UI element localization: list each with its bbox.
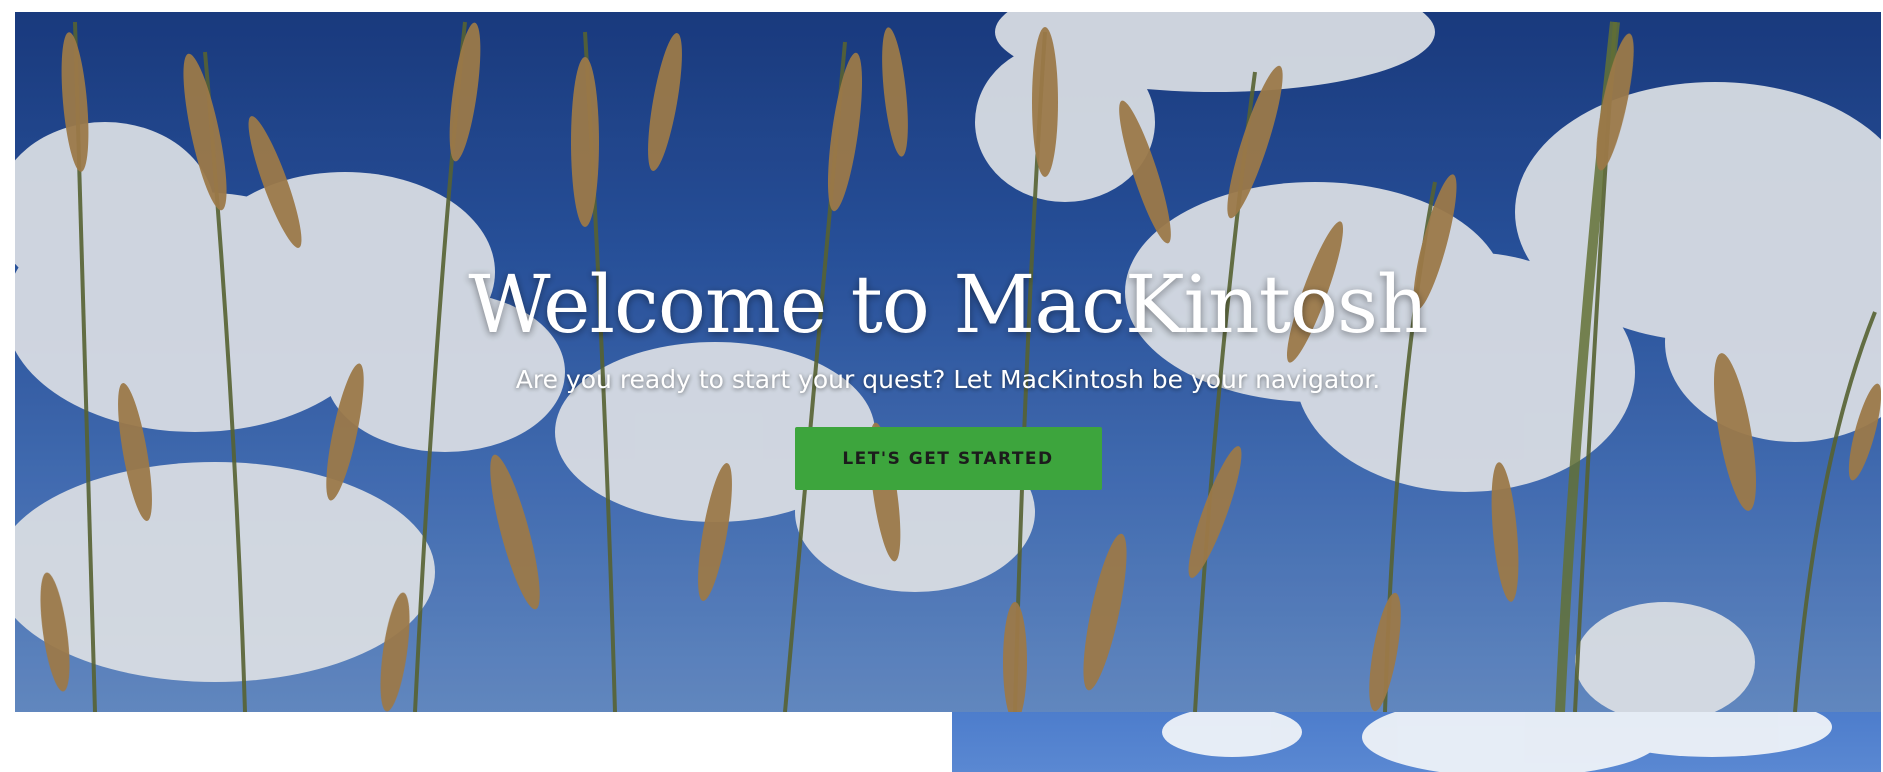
lower-right-image bbox=[952, 712, 1881, 772]
hero-content: Welcome to MacKintosh Are you ready to s… bbox=[15, 257, 1881, 490]
get-started-button[interactable]: LET'S GET STARTED bbox=[794, 427, 1102, 490]
hero-subtitle: Are you ready to start your quest? Let M… bbox=[515, 365, 1381, 394]
lower-left-panel bbox=[15, 712, 952, 772]
hero-title: Welcome to MacKintosh bbox=[468, 258, 1428, 351]
hero-banner: Welcome to MacKintosh Are you ready to s… bbox=[15, 12, 1881, 712]
sky-image bbox=[1162, 712, 1832, 772]
